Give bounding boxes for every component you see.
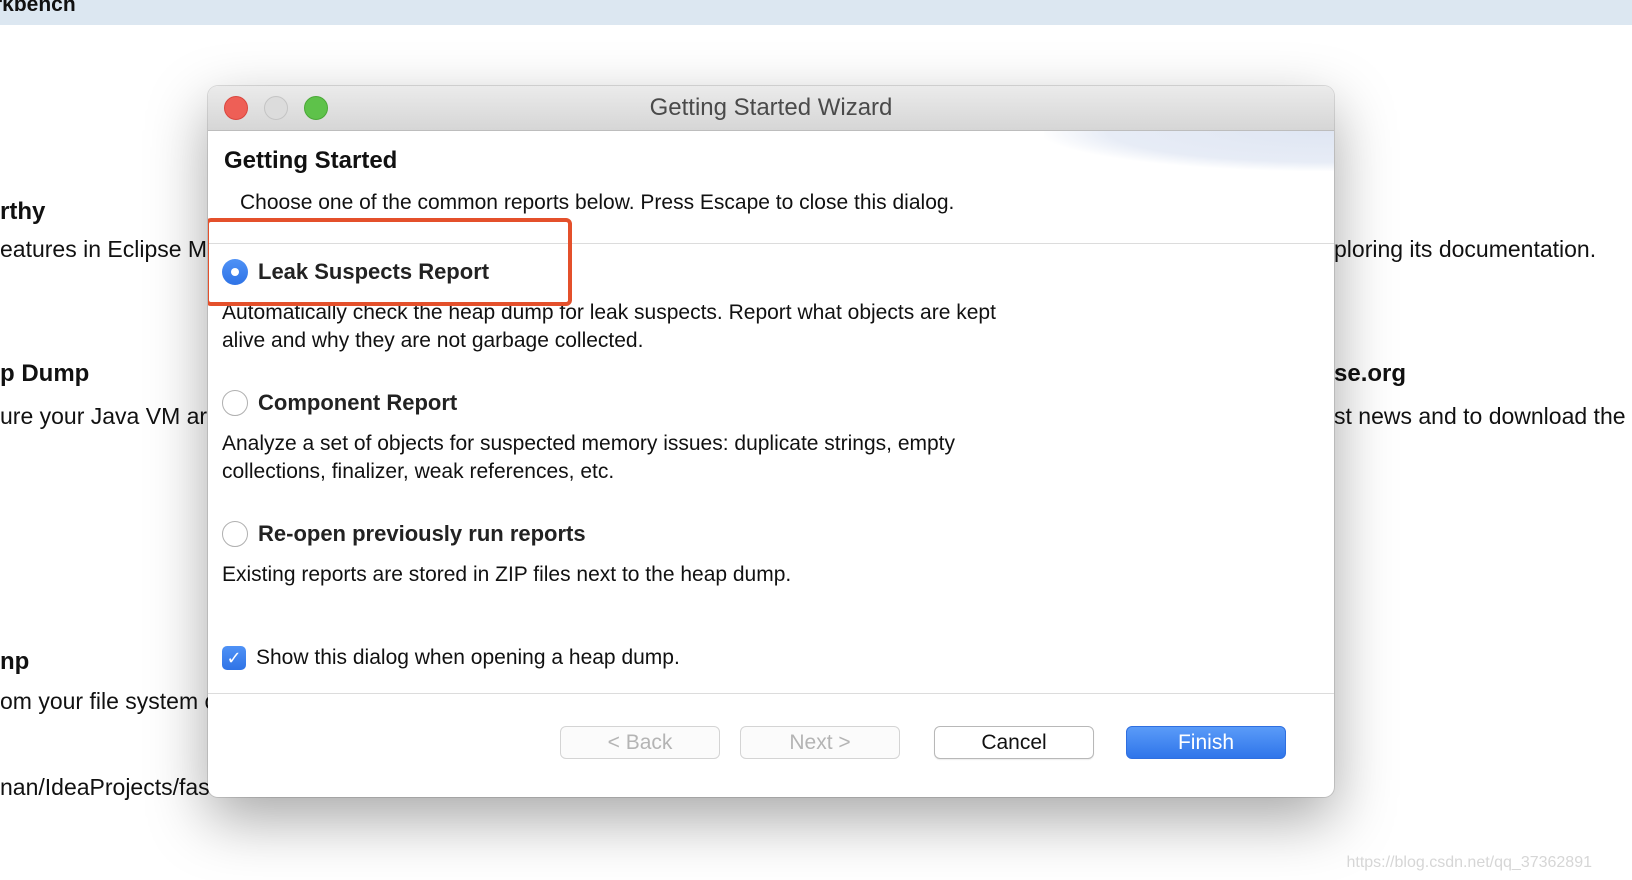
checkmark-icon[interactable]: ✓ bbox=[222, 646, 246, 670]
cancel-button[interactable]: Cancel bbox=[934, 726, 1094, 759]
workbench-text-fragment: ploring its documentation. bbox=[1334, 236, 1597, 262]
workbench-heading-fragment: p Dump bbox=[0, 360, 90, 387]
section-description: Choose one of the common reports below. … bbox=[240, 191, 955, 214]
option-description-line: collections, finalizer, weak references,… bbox=[222, 460, 615, 483]
workbench-text-fragment: ure your Java VM ar bbox=[0, 403, 208, 429]
close-window-icon[interactable] bbox=[224, 96, 248, 120]
header-decoration bbox=[1044, 131, 1334, 171]
show-dialog-checkbox-row[interactable]: ✓ Show this dialog when opening a heap d… bbox=[222, 646, 680, 670]
radio-unselected-icon[interactable] bbox=[222, 390, 248, 416]
option-component-report[interactable]: Component Report bbox=[222, 387, 457, 419]
workbench-heading-fragment: np bbox=[0, 648, 30, 675]
maximize-window-icon[interactable] bbox=[304, 96, 328, 120]
dialog-title-bar[interactable]: Getting Started Wizard bbox=[208, 86, 1334, 131]
footer-divider bbox=[208, 693, 1334, 694]
option-label: Re-open previously run reports bbox=[258, 521, 586, 546]
option-description: Automatically check the heap dump for le… bbox=[222, 299, 996, 355]
workbench-title-bar: rkbench bbox=[0, 0, 1632, 25]
annotation-highlight-box bbox=[208, 218, 572, 306]
option-reopen-reports[interactable]: Re-open previously run reports bbox=[222, 518, 586, 550]
option-description-line: Existing reports are stored in ZIP files… bbox=[222, 563, 792, 586]
option-label: Component Report bbox=[258, 390, 458, 415]
workbench-title: rkbench bbox=[0, 0, 76, 16]
option-description: Existing reports are stored in ZIP files… bbox=[222, 561, 791, 589]
workbench-text-fragment: nan/IdeaProjects/fas bbox=[0, 774, 210, 800]
minimize-window-icon[interactable] bbox=[264, 96, 288, 120]
getting-started-dialog: Getting Started Wizard Getting Started C… bbox=[208, 86, 1334, 797]
watermark: https://blog.csdn.net/qq_37362891 bbox=[1346, 854, 1592, 871]
next-button[interactable]: Next > bbox=[740, 726, 900, 759]
workbench-heading-fragment: se.org bbox=[1334, 360, 1407, 387]
radio-unselected-icon[interactable] bbox=[222, 521, 248, 547]
workbench-text-fragment: om your file system c bbox=[0, 688, 216, 714]
finish-button[interactable]: Finish bbox=[1126, 726, 1286, 759]
screen: rkbench rthy eatures in Eclipse M p Dump… bbox=[0, 0, 1632, 880]
section-title: Getting Started bbox=[224, 147, 398, 174]
option-description-line: Analyze a set of objects for suspected m… bbox=[222, 432, 956, 455]
window-title: Getting Started Wizard bbox=[649, 94, 893, 121]
option-description-line: alive and why they are not garbage colle… bbox=[222, 329, 644, 352]
back-button[interactable]: < Back bbox=[560, 726, 720, 759]
show-dialog-checkbox-label: Show this dialog when opening a heap dum… bbox=[256, 646, 680, 669]
option-description: Analyze a set of objects for suspected m… bbox=[222, 430, 955, 486]
workbench-text-fragment: eatures in Eclipse M bbox=[0, 236, 208, 262]
workbench-text-fragment: st news and to download the bbox=[1334, 403, 1626, 429]
workbench-heading-fragment: rthy bbox=[0, 198, 46, 225]
